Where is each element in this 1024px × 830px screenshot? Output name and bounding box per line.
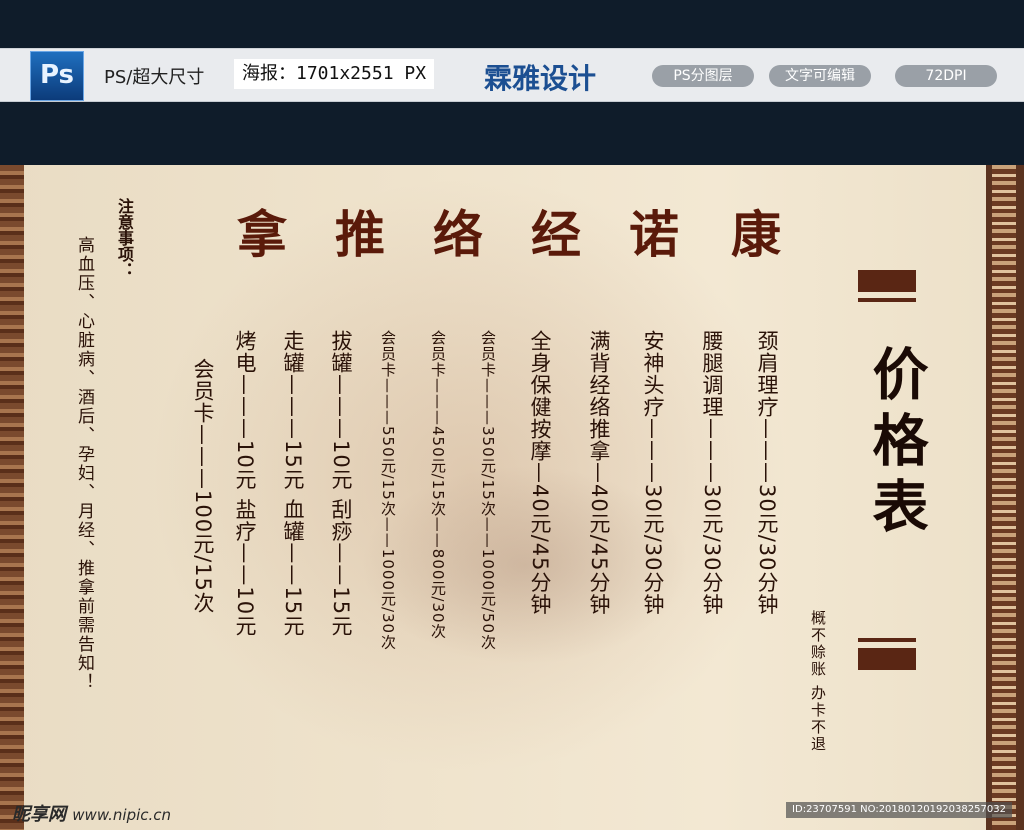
watermark-url: www.nipic.cn [72,806,172,824]
price-item: 走罐———15元 血罐——15元 [281,330,305,638]
watermark-logo: 昵享网 [12,804,66,825]
brand-char: 康 [723,208,782,266]
tag-dpi: 72DPI [895,65,997,87]
price-item: 会员卡———350元/15次——1000元/50次 [479,330,497,651]
price-item: 腰腿调理———30元/30分钟 [700,330,724,616]
notes-text: 高血压、心脏病、酒后、孕妇、月经、推拿前需告知！ [74,236,94,692]
price-item: 烤电———10元 盐疗——10元 [233,330,257,638]
poster-size-label: 海报：1701x2551 PX [234,59,435,89]
price-item: 会员卡———100元/15次 [191,358,215,614]
brand-char: 经 [523,208,582,266]
brand-char: 络 [425,208,484,266]
brand-char: 推 [327,208,386,266]
tag-layers: PS分图层 [652,65,754,87]
price-item: 会员卡———550元/15次——1000元/30次 [379,330,397,651]
designer-brand: 霖雅设计 [484,62,597,95]
right-decorative-border [986,165,1024,830]
brand-char: 拿 [229,208,288,266]
slogan: 概不赊账 办卡不退 [809,610,827,753]
photoshop-icon: Ps [30,51,84,101]
price-item: 颈肩理疗———30元/30分钟 [755,330,779,616]
image-id-label: ID:23707591 NO:20180120192038257032 [786,802,1012,818]
promo-banner: Ps PS/超大尺寸 海报：1701x2551 PX 霖雅设计 PS分图层 文字… [0,48,1024,102]
price-item: 满背经络推拿—40元/45分钟 [587,330,611,616]
title-bracket-bottom [858,638,916,670]
page-title: 价格表 [863,345,929,543]
brand-char: 诺 [621,208,680,266]
price-item: 安神头疗———30元/30分钟 [641,330,665,616]
size-label: PS/超大尺寸 [104,67,205,88]
price-item: 会员卡———450元/15次——800元/30次 [429,330,447,640]
price-item: 全身保健按摩—40元/45分钟 [528,330,552,616]
price-item: 拔罐———10元 刮痧——15元 [329,330,353,638]
title-bracket-top [858,270,916,302]
tag-editable-text: 文字可编辑 [769,65,871,87]
notes-heading: 注意事项： [115,198,134,278]
left-decorative-border [0,165,24,830]
site-watermark: 昵享网 www.nipic.cn [12,800,171,826]
